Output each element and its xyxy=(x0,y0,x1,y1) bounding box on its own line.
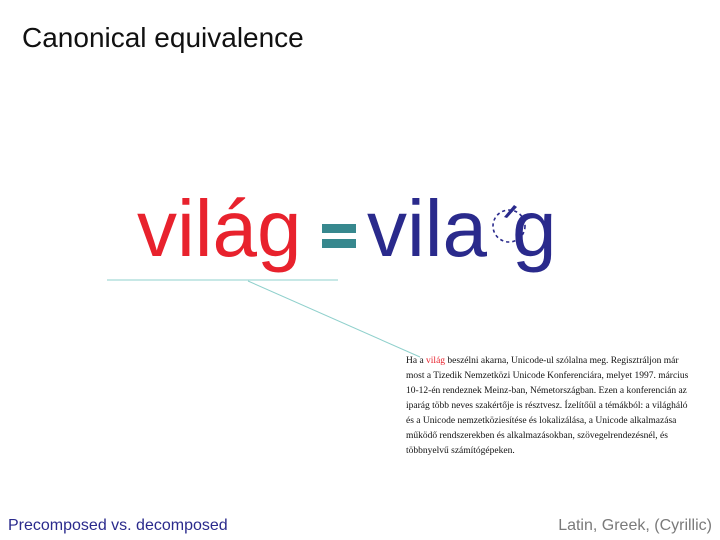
diagonal-connector xyxy=(247,280,421,358)
sample-intro: Ha a xyxy=(406,356,427,366)
sample-highlight-word: világ xyxy=(426,356,446,366)
footer-right-caption: Latin, Greek, (Cyrillic) xyxy=(558,517,712,534)
sample-paragraph: Ha a világ beszélni akarna, Unicode-ul s… xyxy=(406,354,691,459)
sample-body: beszélni akarna, Unicode-ul szólalna meg… xyxy=(406,356,689,456)
footer-left-caption: Precomposed vs. decomposed xyxy=(8,517,228,534)
connector-lines xyxy=(107,279,421,358)
